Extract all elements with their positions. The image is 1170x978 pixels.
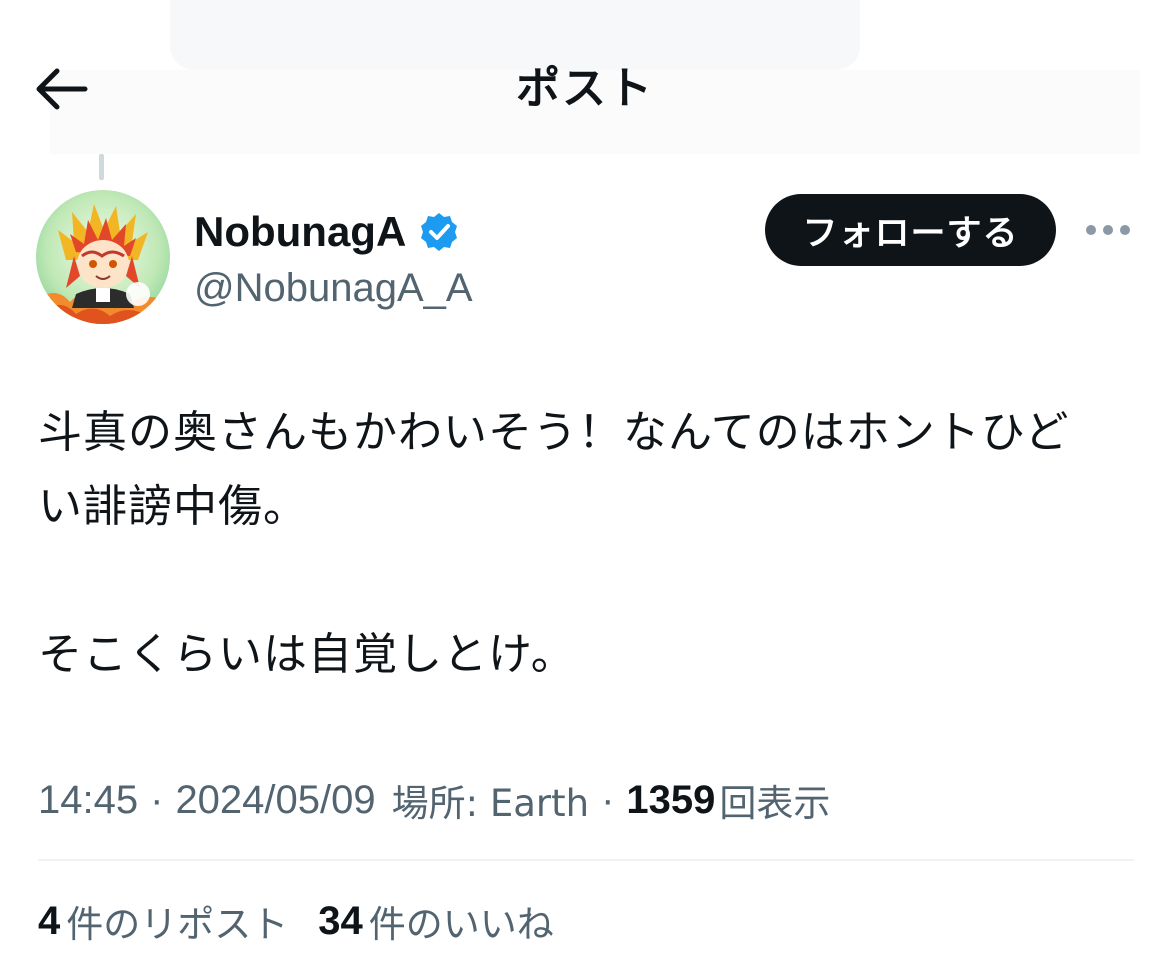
- post-detail-page: ポスト NobunagA @NobunagA_A フォローする 斗真の奥さんもか…: [0, 0, 1170, 978]
- post-meta: 14:45 · 2024/05/09 場所: Earth · 1359 回表示: [38, 772, 1138, 828]
- more-horizontal-icon: [1086, 225, 1130, 235]
- likes-label: 件のいいね: [368, 903, 554, 946]
- meta-separator-2: ·: [601, 777, 615, 822]
- reposts-stat[interactable]: 4 件のリポスト: [38, 894, 288, 948]
- post-time[interactable]: 14:45: [38, 778, 138, 823]
- follow-button[interactable]: フォローする: [765, 194, 1056, 266]
- author-name-row[interactable]: NobunagA: [194, 204, 460, 260]
- post-location: 場所: Earth: [391, 782, 590, 825]
- engagement-stats: 4 件のリポスト 34 件のいいね: [38, 890, 584, 952]
- anime-character-avatar-icon: [36, 190, 170, 324]
- reposts-count: 4: [38, 898, 61, 943]
- divider: [38, 859, 1134, 861]
- likes-stat[interactable]: 34 件のいいね: [318, 894, 554, 948]
- more-options-button[interactable]: [1082, 212, 1134, 248]
- post-date[interactable]: 2024/05/09: [175, 778, 375, 823]
- views-label: 回表示: [719, 782, 831, 825]
- page-title: ポスト: [516, 63, 654, 114]
- verified-badge-icon: [421, 213, 458, 251]
- thread-connector-line: [99, 154, 104, 180]
- author-name: NobunagA: [194, 208, 407, 255]
- reposts-label: 件のリポスト: [66, 903, 289, 946]
- top-navigation-bar: ポスト: [0, 0, 1170, 160]
- meta-separator: ·: [150, 777, 164, 822]
- author-handle[interactable]: @NobunagA_A: [194, 262, 473, 314]
- avatar[interactable]: [36, 190, 170, 324]
- views-count: 1359: [626, 777, 716, 822]
- likes-count: 34: [318, 898, 363, 943]
- post-text: 斗真の奥さんもかわいそう！なんてのはホントひど い誹謗中傷。 そこくらいは自覚し…: [38, 407, 1070, 680]
